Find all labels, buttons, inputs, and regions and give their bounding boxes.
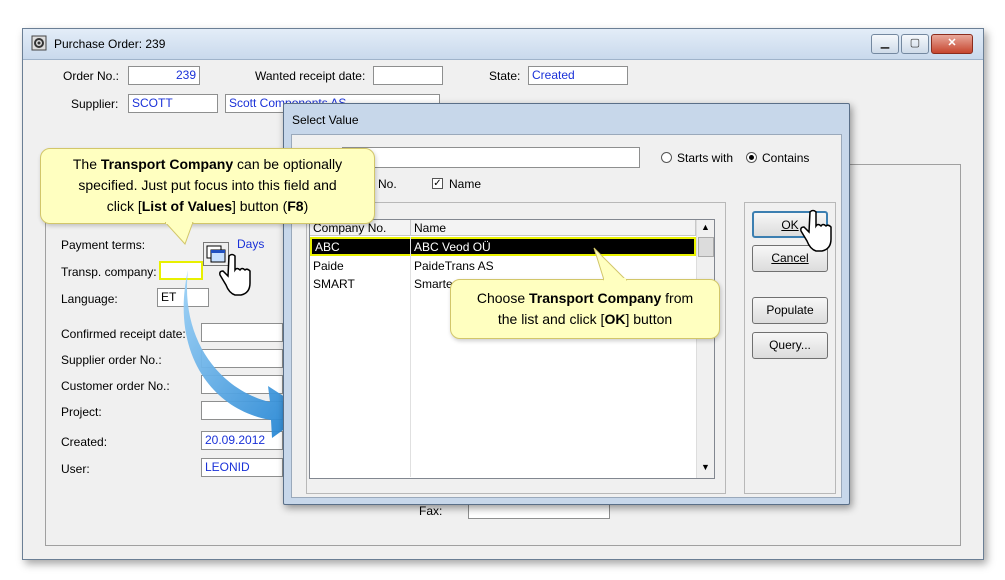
cell-name: Smarte [414, 277, 453, 291]
contains-radio[interactable] [746, 152, 757, 163]
callout2-text: Choose [476, 290, 529, 306]
supplier-code-field[interactable]: SCOTT [128, 94, 218, 113]
cell-name: ABC Veod OÜ [414, 240, 491, 254]
title-bar: Purchase Order: 239 ▁ ▢ ✕ [23, 29, 983, 60]
state-field[interactable]: Created [528, 66, 628, 85]
hand-cursor-icon [800, 209, 832, 252]
fax-label: Fax: [419, 504, 443, 518]
values-grid[interactable]: Company No. Name ▲ ▼ ABC ABC Veod OÜ Pai… [309, 219, 715, 479]
cell-company-no: Paide [313, 259, 344, 273]
callout-transport-company: The Transport Company can be optionally … [40, 148, 375, 224]
language-label: Language: [61, 292, 118, 306]
callout2-text: the list and click [ [497, 311, 605, 327]
callout1-pointer [165, 222, 194, 245]
name-checkbox-label: Name [449, 177, 482, 191]
callout2-bold: Transport Company [529, 290, 662, 306]
callout1-text: can be optionally [233, 156, 343, 172]
hand-cursor-icon [219, 253, 251, 296]
minimize-button[interactable]: ▁ [871, 34, 899, 54]
column-divider [410, 237, 411, 477]
state-label: State: [489, 69, 521, 83]
scroll-thumb[interactable] [698, 237, 714, 257]
cell-name: PaideTrans AS [414, 259, 494, 273]
user-field[interactable]: LEONID [201, 458, 283, 477]
callout2-bold: OK [604, 311, 626, 327]
confirmed-receipt-label: Confirmed receipt date: [61, 327, 186, 341]
window-title: Purchase Order: 239 [54, 37, 166, 51]
starts-with-label: Starts with [677, 151, 734, 165]
callout2-text: from [661, 290, 694, 306]
created-label: Created: [61, 435, 108, 449]
ok-button-label: OK [781, 218, 799, 232]
wanted-receipt-field[interactable] [373, 66, 443, 85]
search-input[interactable] [342, 147, 640, 168]
scroll-up-icon[interactable]: ▲ [701, 222, 710, 232]
project-label: Project: [61, 405, 102, 419]
payment-terms-label: Payment terms: [61, 238, 146, 252]
cell-company-no: SMART [313, 277, 355, 291]
callout2-text: ] button [625, 311, 673, 327]
callout1-bold: F8 [287, 198, 304, 214]
wanted-receipt-label: Wanted receipt date: [255, 69, 366, 83]
scroll-down-icon[interactable]: ▼ [701, 462, 710, 472]
maximize-button[interactable]: ▢ [901, 34, 929, 54]
user-label: User: [61, 462, 90, 476]
callout1-text: ] button ( [231, 198, 288, 214]
order-no-label: Order No.: [63, 69, 120, 83]
table-row[interactable]: ABC ABC Veod OÜ [310, 237, 696, 256]
dialog-title: Select Value [292, 113, 359, 127]
callout1-bold: List of Values [141, 198, 232, 214]
query-button[interactable]: Query... [752, 332, 828, 359]
callout1-text: ) [303, 198, 309, 214]
starts-with-radio[interactable] [661, 152, 672, 163]
close-button[interactable]: ✕ [931, 34, 973, 54]
customer-order-label: Customer order No.: [61, 379, 170, 393]
supplier-label: Supplier: [71, 97, 119, 111]
supplier-order-label: Supplier order No.: [61, 353, 162, 367]
callout1-line2: specified. Just put focus into this fiel… [78, 177, 337, 193]
callout2-pointer [593, 247, 628, 281]
payment-days-label: Days [237, 237, 265, 251]
callout-choose-company: Choose Transport Company from the list a… [450, 279, 720, 339]
callout1-text: click [ [106, 198, 142, 214]
transp-company-label: Transp. company: [61, 265, 157, 279]
name-checkbox[interactable]: ✓ [432, 178, 443, 189]
callout1-bold: Transport Company [100, 156, 234, 172]
app-gear-icon [31, 35, 47, 51]
scrollbar[interactable]: ▲ ▼ [696, 220, 714, 478]
no-checkbox-label: No. [378, 177, 397, 191]
order-no-field[interactable]: 239 [128, 66, 200, 85]
table-row[interactable]: Paide PaideTrans AS [310, 257, 696, 275]
callout1-text: The [72, 156, 101, 172]
cancel-button-label: Cancel [771, 251, 809, 265]
contains-label: Contains [762, 151, 810, 165]
cell-company-no: ABC [315, 240, 340, 254]
populate-button[interactable]: Populate [752, 297, 828, 324]
column-header-name[interactable]: Name [411, 220, 696, 236]
